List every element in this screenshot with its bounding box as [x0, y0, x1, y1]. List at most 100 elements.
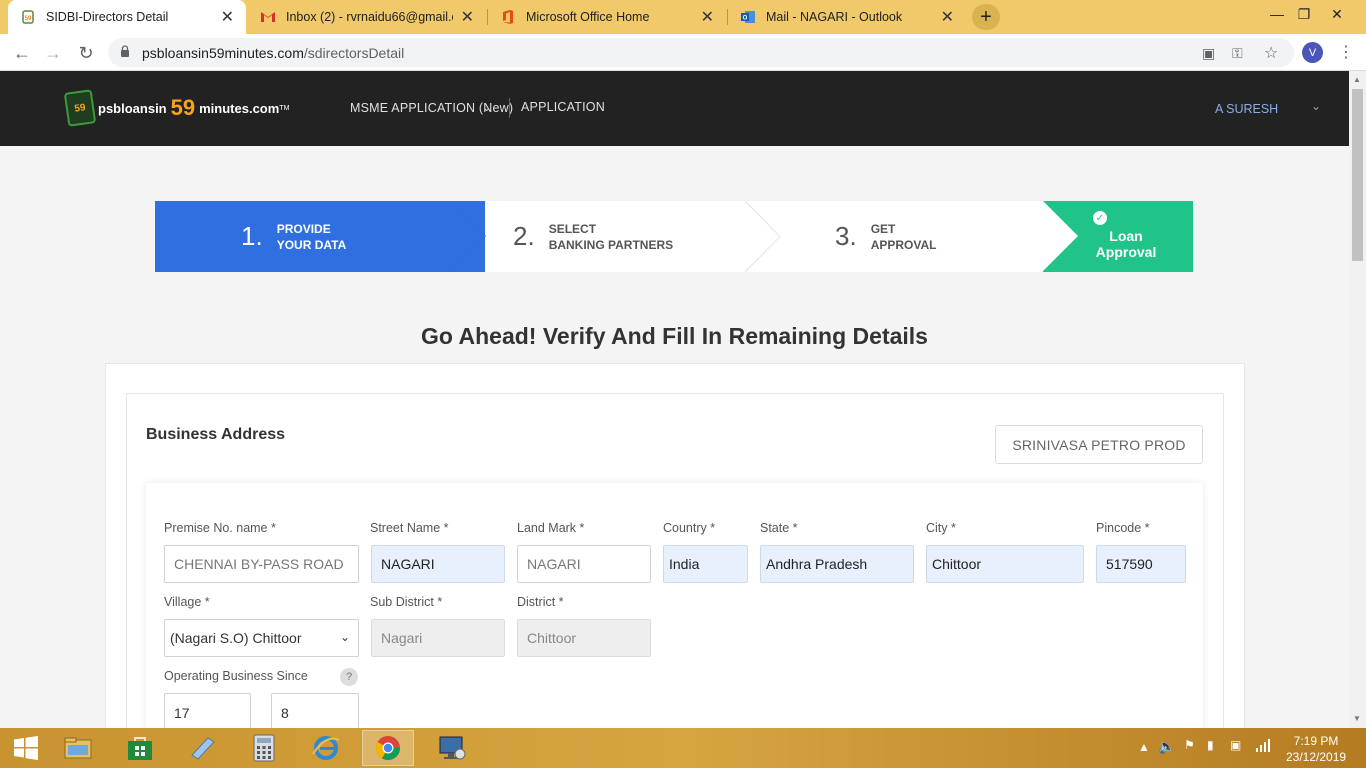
tab-office-home[interactable]: Microsoft Office Home ✕	[488, 0, 726, 34]
site-header: 59 psbloansin 59 minutes.com TM MSME APPL…	[0, 71, 1349, 146]
tab-sidbi-directors[interactable]: 59 SIDBI-Directors Detail ✕	[8, 0, 246, 34]
village-select-value: (Nagari S.O) Chittoor	[170, 630, 302, 646]
browser-tab-strip: 59 SIDBI-Directors Detail ✕ Inbox (2) - …	[0, 0, 1366, 34]
operating-months-input[interactable]: 8	[271, 693, 359, 728]
street-input[interactable]: NAGARI	[371, 545, 505, 583]
tab-title: Inbox (2) - rvrnaidu66@gmail.co	[286, 10, 453, 24]
close-tab-icon[interactable]: ✕	[461, 7, 474, 27]
browser-menu-icon[interactable]: ⋮	[1338, 42, 1354, 62]
step-final-notch	[1043, 201, 1078, 271]
village-label: Village *	[164, 595, 210, 609]
step-final-line1: Loan	[1109, 228, 1143, 244]
system-clock[interactable]: 7:19 PM 23/12/2019	[1286, 733, 1346, 765]
step-final-line2: Approval	[1095, 244, 1157, 260]
page-viewport: 59 psbloansin 59 minutes.com TM MSME APPL…	[0, 71, 1349, 728]
address-form-panel	[146, 483, 1203, 728]
tab-title: SIDBI-Directors Detail	[46, 10, 169, 24]
notes-app-icon[interactable]	[176, 730, 228, 766]
village-select[interactable]: (Nagari S.O) Chittoor ⌄	[164, 619, 359, 657]
pincode-input[interactable]: 517590	[1096, 545, 1186, 583]
operating-years-input[interactable]: 17	[164, 693, 251, 728]
premise-input[interactable]: CHENNAI BY-PASS ROAD	[164, 545, 359, 583]
step-chevron-divider	[745, 201, 781, 272]
state-input[interactable]: Andhra Pradesh	[760, 545, 914, 583]
page-scrollbar[interactable]: ▲ ▼	[1349, 71, 1366, 728]
progress-stepper: 2. SELECT BANKING PARTNERS 3. GET APPROVAL…	[155, 201, 1193, 272]
close-tab-icon[interactable]: ✕	[941, 7, 954, 27]
clock-time: 7:19 PM	[1293, 734, 1339, 748]
district-input: Chittoor	[517, 619, 651, 657]
tab-title: Microsoft Office Home	[526, 10, 650, 24]
office-icon	[500, 9, 516, 25]
country-input[interactable]: India	[663, 545, 748, 583]
step-active-arrow	[451, 201, 486, 271]
svg-text:59: 59	[25, 16, 32, 22]
scroll-down-icon[interactable]: ▼	[1353, 714, 1361, 723]
logo-text-number: 59	[170, 95, 196, 120]
network-adapter-icon[interactable]: ▣	[1230, 738, 1241, 752]
power-icon[interactable]: ▮	[1207, 738, 1214, 752]
signal-bars-icon[interactable]	[1255, 738, 1271, 755]
landmark-input[interactable]: NAGARI	[517, 545, 651, 583]
flag-icon[interactable]: ⚑	[1184, 738, 1195, 752]
windows-start-icon[interactable]	[0, 730, 52, 766]
step-label-line1: PROVIDE	[276, 221, 331, 236]
blocked-popup-icon[interactable]: ▣	[1202, 45, 1215, 62]
help-icon[interactable]: ?	[340, 668, 358, 686]
scrollbar-thumb[interactable]	[1352, 89, 1363, 261]
premise-label: Premise No. name *	[164, 521, 276, 535]
file-explorer-icon[interactable]	[52, 730, 104, 766]
step-number: 2.	[513, 221, 535, 251]
chevron-down-icon[interactable]: ⌄	[1311, 99, 1321, 113]
tab-gmail-inbox[interactable]: Inbox (2) - rvrnaidu66@gmail.co ✕	[248, 0, 486, 34]
close-window-icon[interactable]: ✕	[1317, 0, 1357, 28]
bookmark-star-icon[interactable]: ☆	[1264, 43, 1278, 63]
back-arrow-icon[interactable]: ←	[10, 41, 34, 65]
scroll-up-icon[interactable]: ▲	[1353, 75, 1361, 84]
state-label: State *	[760, 521, 798, 535]
company-name-button[interactable]: SRINIVASA PETRO PROD	[995, 425, 1203, 464]
section-title: Business Address	[146, 426, 286, 443]
step-label-line2: YOUR DATA	[276, 237, 347, 252]
nav-msme-application[interactable]: MSME APPLICATION (New) ⌄	[350, 101, 513, 115]
logo-trademark: TM	[279, 104, 290, 112]
remote-desktop-icon[interactable]	[426, 730, 478, 766]
site-logo[interactable]: 59 psbloansin 59 minutes.com TM	[63, 89, 290, 127]
landmark-label: Land Mark *	[517, 521, 585, 535]
close-tab-icon[interactable]: ✕	[701, 7, 714, 27]
pincode-label: Pincode *	[1096, 521, 1150, 535]
url-path: /sdirectorsDetail	[303, 45, 405, 61]
lock-icon	[121, 45, 129, 57]
chevron-down-icon: ⌄	[339, 630, 350, 644]
store-icon[interactable]	[114, 730, 166, 766]
user-menu[interactable]: A SURESH	[1215, 102, 1278, 116]
nav-application[interactable]: APPLICATION	[521, 100, 605, 114]
forward-arrow-icon[interactable]: →	[41, 41, 65, 65]
gmail-icon	[260, 9, 276, 25]
calculator-icon[interactable]	[238, 730, 290, 766]
tab-outlook-mail[interactable]: O Mail - NAGARI - Outlook ✕	[728, 0, 966, 34]
reload-icon[interactable]: ↻	[74, 41, 98, 65]
city-input[interactable]: Chittoor	[926, 545, 1084, 583]
profile-avatar[interactable]: V	[1302, 42, 1323, 63]
logo-text-prefix: psbloansin	[98, 100, 167, 116]
step-number: 1.	[241, 221, 263, 251]
operating-since-label: Operating Business Since	[164, 669, 308, 683]
country-label: Country *	[663, 521, 716, 535]
chrome-icon[interactable]	[362, 730, 414, 766]
new-tab-button[interactable]: +	[972, 4, 1000, 30]
nav-divider	[509, 98, 510, 118]
subdistrict-input: Nagari	[371, 619, 505, 657]
volume-icon[interactable]: 🔈	[1158, 738, 1175, 755]
close-tab-icon[interactable]: ✕	[221, 7, 234, 27]
key-icon[interactable]: ⚿	[1232, 45, 1243, 62]
step-label-line1: GET	[870, 221, 896, 236]
step-label-line1: SELECT	[548, 221, 597, 236]
svg-text:O: O	[743, 16, 748, 22]
url-domain: psbloansin59minutes.com	[142, 45, 304, 61]
outlook-icon: O	[740, 9, 756, 25]
address-bar[interactable]: psbloansin59minutes.com/sdirectorsDetail…	[108, 38, 1294, 67]
internet-explorer-icon[interactable]	[300, 730, 352, 766]
step-provide-your-data: 1. PROVIDE YOUR DATA	[155, 201, 485, 272]
show-hidden-icons-icon[interactable]: ▲	[1138, 740, 1150, 754]
